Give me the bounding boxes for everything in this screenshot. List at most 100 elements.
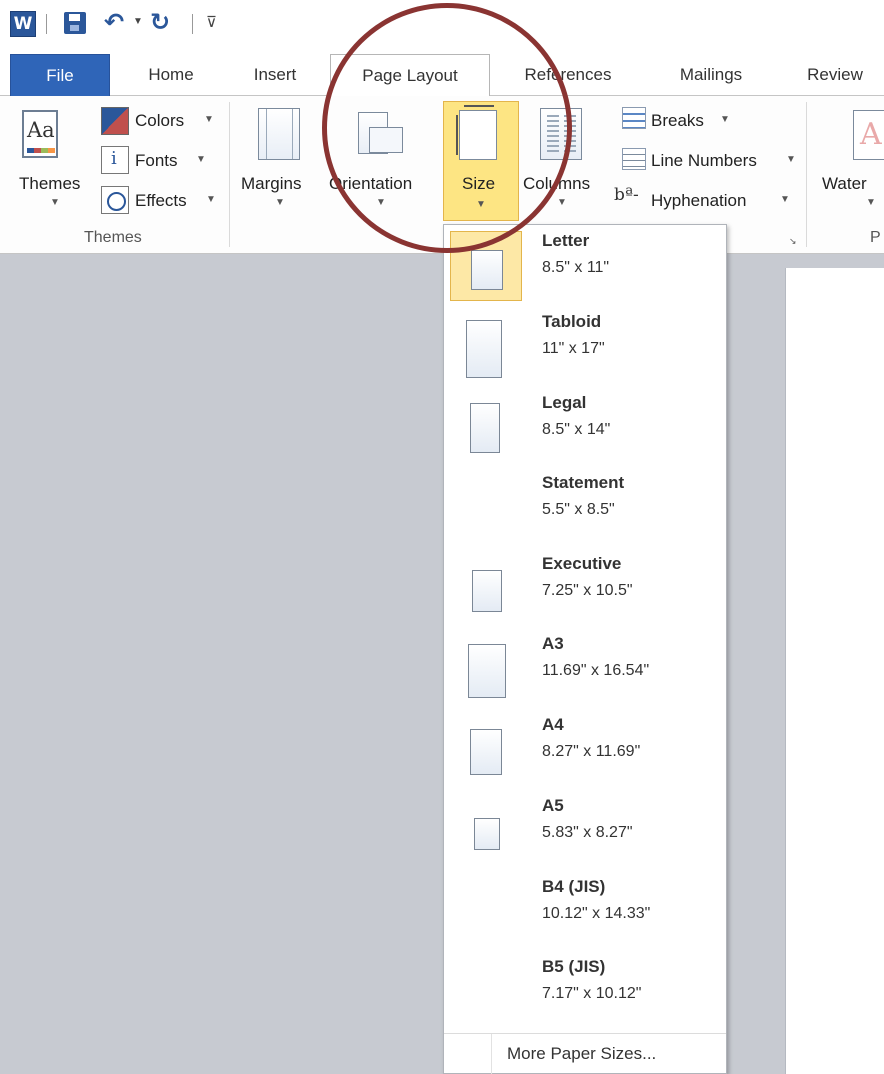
document-page[interactable] xyxy=(785,268,884,1074)
paper-a3-icon xyxy=(468,644,506,698)
paper-tabloid-icon xyxy=(466,320,502,378)
paper-executive-icon xyxy=(472,570,502,612)
option-highlight xyxy=(450,231,522,301)
size-option-letter[interactable]: Letter 8.5" x 11" xyxy=(444,225,726,305)
chevron-down-icon[interactable]: ▼ xyxy=(376,197,386,208)
chevron-down-icon[interactable]: ▼ xyxy=(866,197,876,208)
paper-legal-icon xyxy=(470,403,500,453)
tab-home[interactable]: Home xyxy=(130,54,212,96)
option-dimensions: 11.69" x 16.54" xyxy=(542,662,650,679)
option-title: A3 xyxy=(542,634,564,653)
orientation-button-label[interactable]: Orientation xyxy=(329,174,412,194)
menu-gutter-line xyxy=(491,1034,492,1074)
margins-icon[interactable] xyxy=(258,108,300,160)
watermark-icon[interactable] xyxy=(853,110,884,160)
line-numbers-icon[interactable] xyxy=(622,148,646,170)
dialog-launcher-icon[interactable]: ↘ xyxy=(789,236,797,247)
size-option-a5[interactable]: A5 5.83" x 8.27" xyxy=(444,790,726,870)
effects-button-label[interactable]: Effects xyxy=(135,191,187,211)
option-dimensions: 10.12" x 14.33" xyxy=(542,905,651,922)
size-option-b5-jis[interactable]: B5 (JIS) 7.17" x 10.12" xyxy=(444,951,726,1031)
option-title: Legal xyxy=(542,393,587,412)
option-thumb-area xyxy=(450,796,522,866)
save-icon[interactable] xyxy=(64,12,86,34)
option-dimensions: 7.17" x 10.12" xyxy=(542,985,642,1002)
tab-review[interactable]: Review xyxy=(790,54,880,96)
hyphenation-icon[interactable]: bª- xyxy=(614,185,639,205)
redo-icon[interactable]: ↻ xyxy=(150,8,170,36)
option-dimensions: 8.27" x 11.69" xyxy=(542,743,641,760)
undo-dropdown-icon[interactable]: ▼ xyxy=(133,16,143,27)
option-title: Letter xyxy=(542,231,590,250)
more-paper-sizes-item[interactable]: More Paper Sizes... xyxy=(444,1034,726,1074)
chevron-down-icon[interactable]: ▼ xyxy=(786,154,796,165)
option-thumb-area xyxy=(450,312,522,382)
breaks-button-label[interactable]: Breaks xyxy=(651,111,704,131)
paper-a5-icon xyxy=(474,818,500,850)
option-title: B4 (JIS) xyxy=(542,877,606,896)
paper-letter-icon xyxy=(471,250,503,290)
document-workspace xyxy=(0,254,884,1074)
size-button-label[interactable]: Size xyxy=(462,174,495,194)
option-dimensions: 7.25" x 10.5" xyxy=(542,582,633,599)
word-app-icon[interactable]: W xyxy=(10,11,36,37)
chevron-down-icon[interactable]: ▼ xyxy=(275,197,285,208)
tab-file[interactable]: File xyxy=(10,54,110,96)
customize-qat-icon[interactable]: ⊽ xyxy=(206,13,217,31)
page-size-icon xyxy=(456,105,497,160)
hyphenation-button-label[interactable]: Hyphenation xyxy=(651,191,746,211)
option-title: B5 (JIS) xyxy=(542,957,606,976)
chevron-down-icon[interactable]: ▼ xyxy=(476,199,486,210)
size-option-b4-jis[interactable]: B4 (JIS) 10.12" x 14.33" xyxy=(444,871,726,951)
size-option-executive[interactable]: Executive 7.25" x 10.5" xyxy=(444,548,726,628)
chevron-down-icon[interactable]: ▼ xyxy=(780,194,790,205)
group-label-themes: Themes xyxy=(84,229,142,246)
size-option-a4[interactable]: A4 8.27" x 11.69" xyxy=(444,709,726,789)
option-thumb-area xyxy=(450,393,522,463)
option-dimensions: 8.5" x 11" xyxy=(542,259,610,276)
columns-button-label[interactable]: Columns xyxy=(523,174,590,194)
colors-icon[interactable] xyxy=(101,107,129,135)
size-option-legal[interactable]: Legal 8.5" x 14" xyxy=(444,387,726,467)
chevron-down-icon[interactable]: ▼ xyxy=(204,114,214,125)
themes-button-label[interactable]: Themes xyxy=(19,174,80,194)
size-option-a3[interactable]: A3 11.69" x 16.54" xyxy=(444,628,726,708)
size-option-tabloid[interactable]: Tabloid 11" x 17" xyxy=(444,306,726,386)
colors-button-label[interactable]: Colors xyxy=(135,111,184,131)
qat-separator xyxy=(192,14,193,34)
orientation-icon[interactable] xyxy=(358,112,403,154)
columns-icon[interactable] xyxy=(540,108,582,160)
group-separator xyxy=(229,102,230,247)
chevron-down-icon[interactable]: ▼ xyxy=(720,114,730,125)
line-numbers-button-label[interactable]: Line Numbers xyxy=(651,151,757,171)
option-title: Executive xyxy=(542,554,622,573)
chevron-down-icon[interactable]: ▼ xyxy=(206,194,216,205)
group-separator xyxy=(806,102,807,247)
option-title: Statement xyxy=(542,473,625,492)
chevron-down-icon[interactable]: ▼ xyxy=(50,197,60,208)
size-option-statement[interactable]: Statement 5.5" x 8.5" xyxy=(444,467,726,547)
quick-access-toolbar: W ↶ ▼ ↻ ⊽ xyxy=(0,0,884,50)
fonts-button-label[interactable]: Fonts xyxy=(135,151,178,171)
tab-insert[interactable]: Insert xyxy=(234,54,316,96)
option-dimensions: 8.5" x 14" xyxy=(542,421,611,438)
size-dropdown-menu: Letter 8.5" x 11" Tabloid 11" x 17" Lega… xyxy=(443,224,727,1074)
chevron-down-icon[interactable]: ▼ xyxy=(196,154,206,165)
option-title: Tabloid xyxy=(542,312,602,331)
themes-icon[interactable]: Aa xyxy=(22,110,58,158)
chevron-down-icon[interactable]: ▼ xyxy=(557,197,567,208)
option-title: A5 xyxy=(542,796,564,815)
fonts-icon[interactable] xyxy=(101,146,129,174)
option-dimensions: 5.83" x 8.27" xyxy=(542,824,633,841)
margins-button-label[interactable]: Margins xyxy=(241,174,301,194)
ribbon-tabs: File Home Insert Page Layout References … xyxy=(0,50,884,97)
effects-icon[interactable] xyxy=(101,186,129,214)
qat-separator xyxy=(46,14,47,34)
tab-references[interactable]: References xyxy=(508,54,628,96)
tab-mailings[interactable]: Mailings xyxy=(656,54,766,96)
breaks-icon[interactable] xyxy=(622,107,646,129)
watermark-button-label[interactable]: Water xyxy=(822,174,867,194)
undo-icon[interactable]: ↶ xyxy=(104,8,124,36)
paper-a4-icon xyxy=(470,729,502,775)
tab-page-layout[interactable]: Page Layout xyxy=(330,54,490,97)
